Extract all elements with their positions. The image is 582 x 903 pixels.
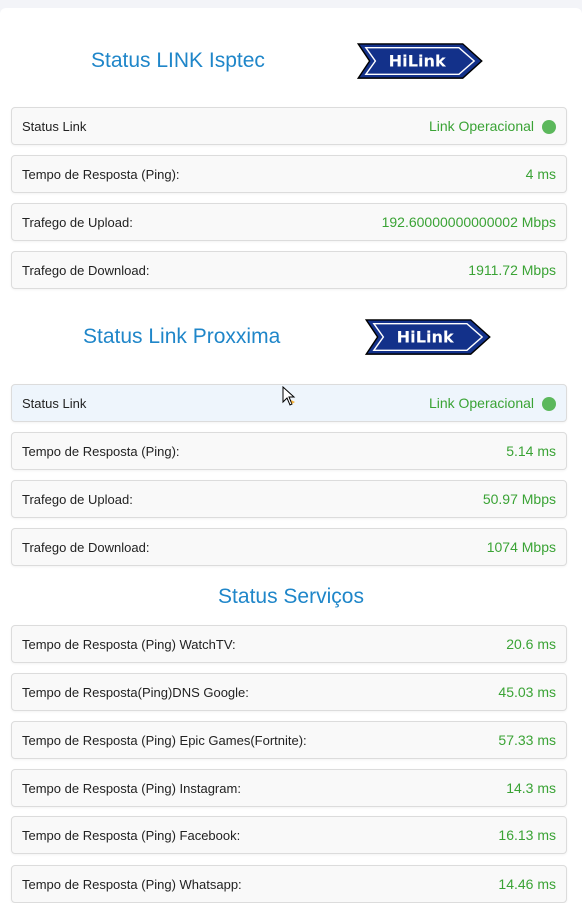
ping-value: 5.14 ms (506, 443, 556, 459)
service-label: Tempo de Resposta (Ping) Whatsapp: (22, 877, 242, 892)
upload-label: Trafego de Upload: (22, 492, 133, 507)
service-label: Tempo de Resposta (Ping) Epic Games(Fort… (22, 733, 307, 748)
svg-text:HiLink: HiLink (397, 328, 455, 347)
upload-label: Trafego de Upload: (22, 215, 133, 230)
download-label: Trafego de Download: (22, 263, 150, 278)
service-row-dns-google: Tempo de Resposta(Ping)DNS Google: 45.03… (11, 673, 567, 711)
section-header-proxxima: Status Link Proxxima HiLink (0, 318, 582, 358)
row-ping-proxxima: Tempo de Resposta (Ping): 5.14 ms (11, 432, 567, 470)
upload-value: 50.97 Mbps (482, 491, 556, 507)
service-row-instagram: Tempo de Resposta (Ping) Instagram: 14.3… (11, 769, 567, 807)
mouse-cursor-icon (282, 386, 296, 406)
service-label: Tempo de Resposta(Ping)DNS Google: (22, 685, 249, 700)
service-row-whatsapp: Tempo de Resposta (Ping) Whatsapp: 14.46… (11, 865, 567, 903)
status-link-value: Link Operacional (428, 118, 534, 134)
row-download-proxxima: Trafego de Download: 1074 Mbps (11, 528, 567, 566)
upload-value: 192.60000000000002 Mbps (381, 214, 556, 230)
svg-text:HiLink: HiLink (389, 52, 447, 71)
service-label: Tempo de Resposta (Ping) WatchTV: (22, 637, 236, 652)
service-value: 20.6 ms (506, 636, 556, 652)
service-value: 45.03 ms (498, 684, 556, 700)
ping-label: Tempo de Resposta (Ping): (22, 167, 180, 182)
row-status-link-isptec: Status Link Link Operacional (11, 107, 567, 145)
status-ok-icon (542, 397, 556, 411)
ping-label: Tempo de Resposta (Ping): (22, 444, 180, 459)
status-link-label: Status Link (22, 396, 87, 411)
status-ok-icon (542, 120, 556, 134)
status-page: Status LINK Isptec HiLink Status Link Li… (0, 8, 582, 903)
service-label: Tempo de Resposta (Ping) Facebook: (22, 828, 241, 843)
services-title: Status Serviços (218, 585, 364, 608)
service-row-epic-games: Tempo de Resposta (Ping) Epic Games(Fort… (11, 721, 567, 759)
section-header-isptec: Status LINK Isptec HiLink (0, 42, 582, 82)
status-link-label: Status Link (22, 119, 87, 134)
row-upload-proxxima: Trafego de Upload: 50.97 Mbps (11, 480, 567, 518)
service-label: Tempo de Resposta (Ping) Instagram: (22, 781, 241, 796)
service-row-facebook: Tempo de Resposta (Ping) Facebook: 16.13… (11, 816, 567, 854)
ping-value: 4 ms (525, 166, 556, 182)
service-value: 14.3 ms (506, 780, 556, 796)
hilink-logo: HiLink (364, 319, 491, 355)
section-title-proxxima: Status Link Proxxima (83, 325, 281, 348)
row-download-isptec: Trafego de Download: 1911.72 Mbps (11, 251, 567, 289)
row-ping-isptec: Tempo de Resposta (Ping): 4 ms (11, 155, 567, 193)
download-value: 1911.72 Mbps (468, 262, 556, 278)
row-upload-isptec: Trafego de Upload: 192.60000000000002 Mb… (11, 203, 567, 241)
service-value: 57.33 ms (498, 732, 556, 748)
download-label: Trafego de Download: (22, 540, 150, 555)
service-value: 14.46 ms (498, 876, 556, 892)
service-row-watchtv: Tempo de Resposta (Ping) WatchTV: 20.6 m… (11, 625, 567, 663)
hilink-logo: HiLink (356, 43, 483, 79)
service-value: 16.13 ms (498, 827, 556, 843)
download-value: 1074 Mbps (486, 539, 556, 555)
status-link-value: Link Operacional (428, 395, 534, 411)
section-title-isptec: Status LINK Isptec (91, 49, 265, 72)
